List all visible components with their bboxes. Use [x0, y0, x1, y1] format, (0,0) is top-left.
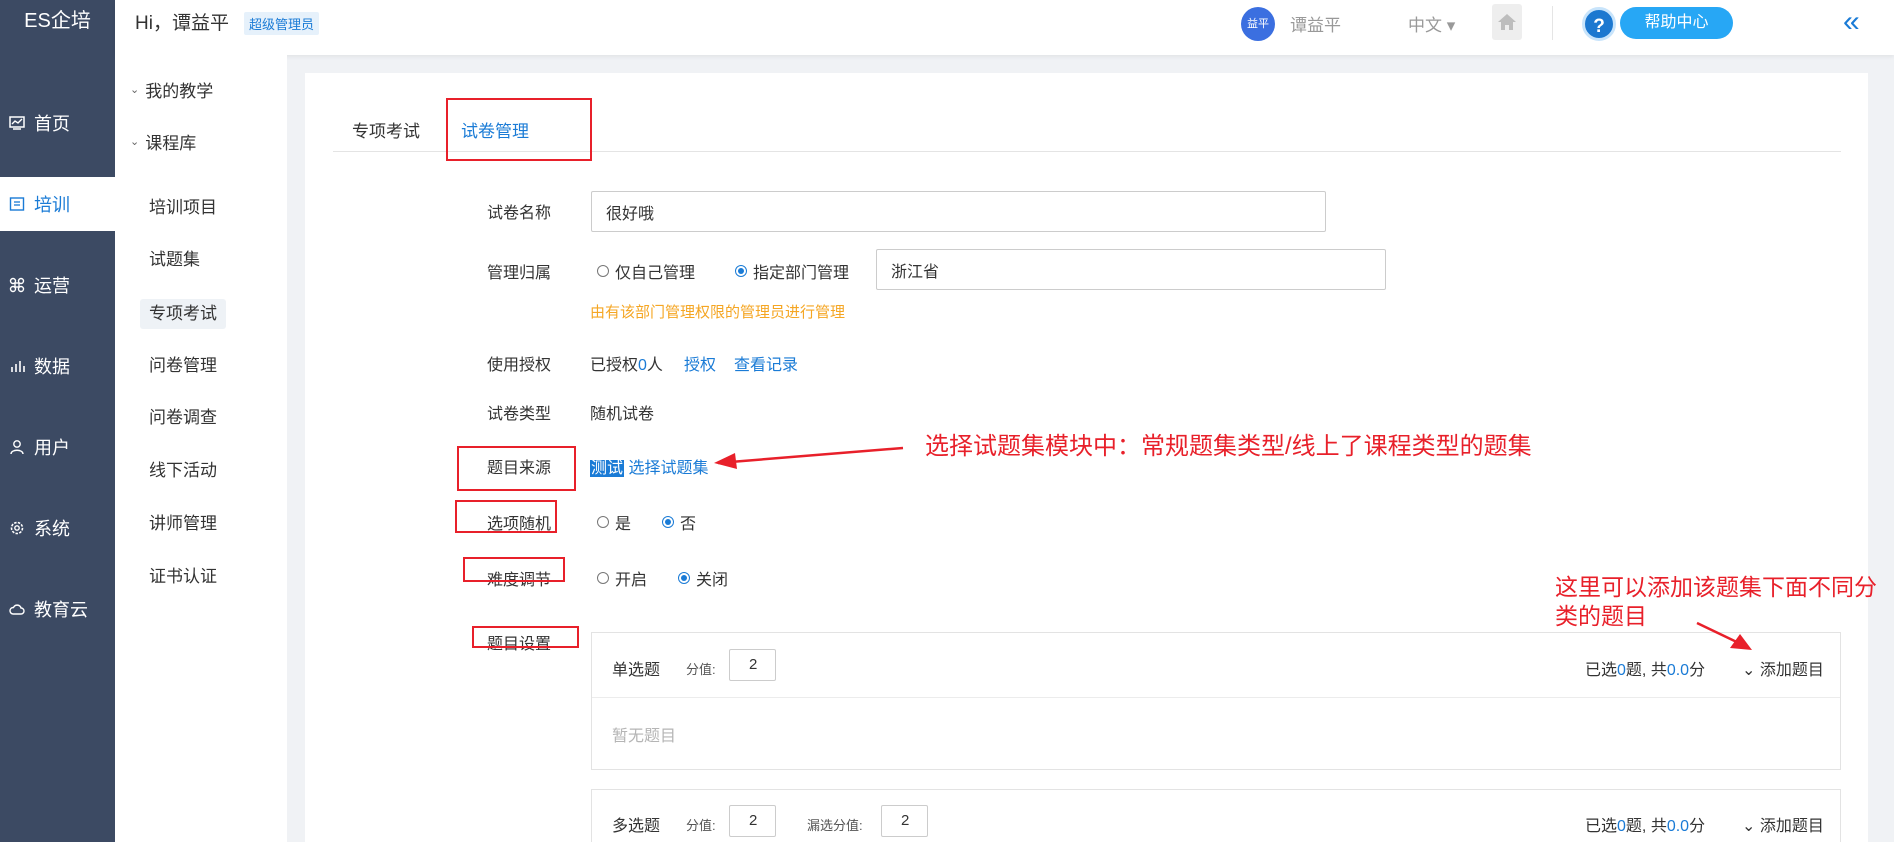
subnav-item-lecturer[interactable]: 讲师管理: [140, 509, 226, 539]
subnav-group-my-teaching[interactable]: ⌄ 我的教学: [130, 77, 213, 102]
subnav-group-label: 我的教学: [145, 82, 214, 101]
gear-icon: [8, 519, 26, 537]
subnav-item-certificate[interactable]: 证书认证: [140, 562, 226, 592]
nav-label-system: 系统: [34, 519, 70, 539]
nav-label-operations: 运营: [34, 276, 70, 296]
nav-item-users[interactable]: 用户: [0, 420, 115, 474]
home-icon: [1498, 14, 1516, 30]
annotation-arrows: [714, 446, 1752, 650]
user-icon: [8, 438, 26, 456]
avatar[interactable]: 益平: [1241, 7, 1275, 41]
nav-item-edu-cloud[interactable]: 教育云: [0, 582, 115, 636]
nav-item-data[interactable]: 数据: [0, 339, 115, 393]
subnav-item-special-exam[interactable]: 专项考试: [140, 299, 226, 329]
nav-label-home: 首页: [34, 114, 70, 134]
main-panel: 专项考试 试卷管理 试卷名称 很好哦 管理归属 仅自己管理 指定部门管理 浙江省…: [305, 73, 1877, 842]
left-sidebar: ES企培 首页 培训 运营 数据 用户 系统 教育云: [0, 0, 115, 842]
subnav-item-training-project[interactable]: 培训项目: [140, 193, 226, 223]
sub-sidebar: ⌄ 我的教学 ⌄ 课程库 培训项目 试题集 专项考试 问卷管理 问卷调查 线下活…: [115, 55, 287, 842]
arrow-head: [1730, 634, 1752, 650]
subnav-item-survey-manage[interactable]: 问卷管理: [140, 351, 226, 381]
nav-item-operations[interactable]: 运营: [0, 258, 115, 312]
language-select[interactable]: 中文 ▾: [1408, 11, 1455, 36]
book-icon: [8, 195, 26, 213]
help-question-icon[interactable]: ?: [1582, 7, 1616, 41]
nav-item-training[interactable]: 培训: [0, 177, 115, 231]
brand-logo[interactable]: ES企培: [0, 0, 115, 42]
top-bar: Hi，谭益平 超级管理员 益平 谭益平 中文 ▾ ? 帮助中心 «: [115, 0, 1894, 55]
home-button[interactable]: [1492, 4, 1522, 40]
collapse-chevron-icon[interactable]: «: [1843, 5, 1860, 39]
subnav-group-label: 课程库: [145, 134, 197, 153]
nav-label-training: 培训: [34, 195, 70, 215]
greeting-text: Hi，谭益平: [135, 13, 229, 34]
nav-label-users: 用户: [34, 438, 70, 458]
subnav-group-course-library[interactable]: ⌄ 课程库: [130, 129, 196, 154]
arrow-to-source: [717, 446, 904, 465]
subnav-item-offline-activity[interactable]: 线下活动: [140, 456, 226, 486]
chevron-down-icon: ⌄: [130, 136, 140, 148]
chart-icon: [8, 357, 26, 375]
username[interactable]: 谭益平: [1290, 11, 1341, 36]
cloud-icon: [8, 600, 26, 618]
subnav-item-question-set[interactable]: 试题集: [140, 245, 209, 275]
nav-label-data: 数据: [34, 357, 70, 377]
dashboard-icon: [8, 114, 26, 132]
nav-item-system[interactable]: 系统: [0, 501, 115, 555]
topbar-divider: [1552, 6, 1553, 40]
role-badge: 超级管理员: [244, 12, 320, 35]
chevron-down-icon: ⌄: [130, 84, 140, 96]
subnav-item-survey[interactable]: 问卷调查: [140, 403, 226, 433]
help-center-button[interactable]: 帮助中心: [1620, 7, 1733, 39]
command-icon: [8, 276, 26, 294]
arrow-head: [714, 453, 737, 469]
nav-label-edu-cloud: 教育云: [34, 600, 88, 620]
nav-item-home[interactable]: 首页: [0, 96, 115, 150]
